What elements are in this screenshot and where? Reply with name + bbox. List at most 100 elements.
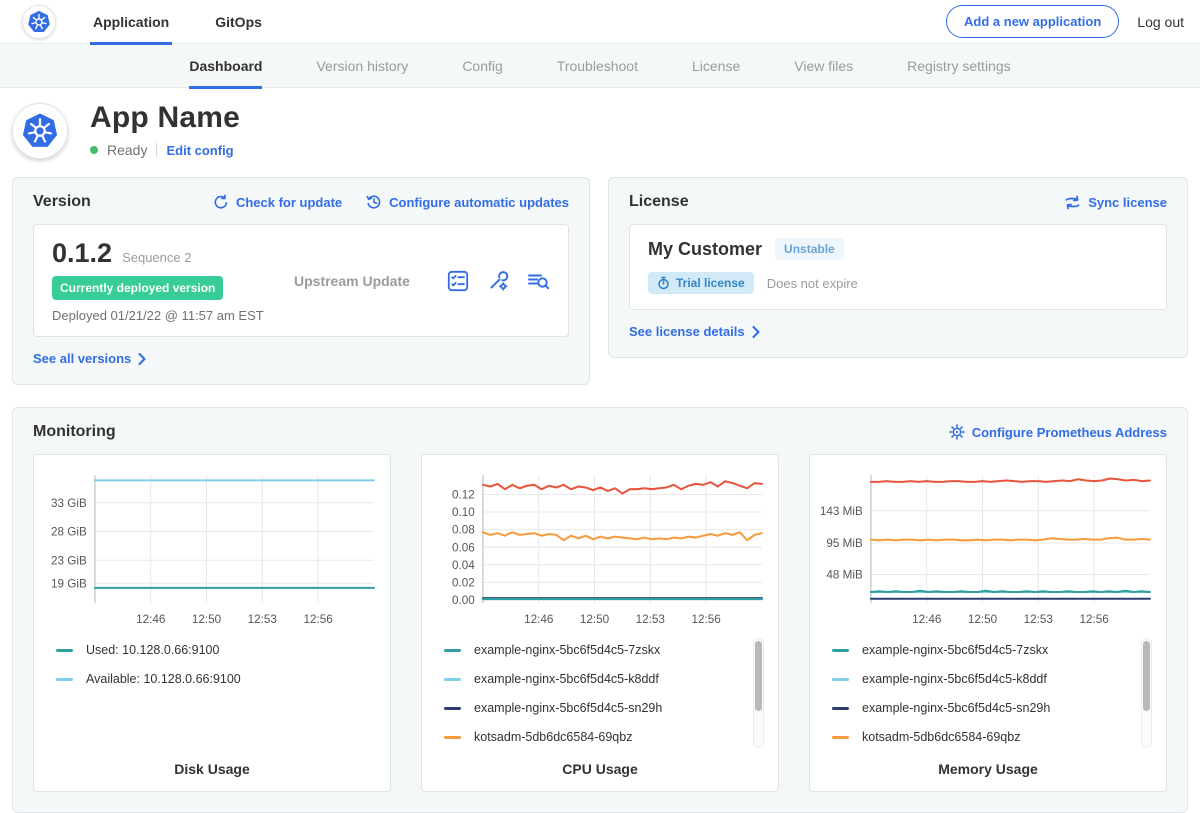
legend-series-dash [832, 736, 849, 739]
legend-item: example-nginx-5bc6f5d4c5-sn29h [444, 694, 744, 723]
legend-series-dash [444, 707, 461, 710]
top-nav-right: Add a new application Log out [946, 5, 1184, 38]
svg-text:12:56: 12:56 [1079, 613, 1108, 626]
svg-text:12:53: 12:53 [636, 613, 665, 626]
license-card-header: License Sync license [629, 193, 1167, 211]
logout-link[interactable]: Log out [1137, 14, 1184, 30]
legend-series-dash [444, 736, 461, 739]
chart-title: CPU Usage [432, 755, 768, 783]
subnav-registry-settings[interactable]: Registry settings [907, 44, 1010, 88]
sync-license-label: Sync license [1088, 195, 1167, 210]
sync-icon [1064, 195, 1081, 210]
version-card: Version Check for update [12, 177, 590, 385]
app-status-row: Ready Edit config [90, 142, 240, 158]
see-all-versions-label: See all versions [33, 351, 131, 366]
legend-series-label: example-nginx-5bc6f5d4c5-sn29h [862, 701, 1050, 715]
tab-gitops[interactable]: GitOps [212, 0, 265, 44]
chart-card: 12:4612:5012:5312:5633 GiB28 GiB23 GiB19… [33, 454, 391, 792]
tab-gitops-label: GitOps [215, 14, 262, 30]
license-summary: My Customer Unstable Trial license [629, 224, 1167, 310]
svg-text:23 GiB: 23 GiB [51, 554, 87, 567]
version-action-icons [447, 270, 550, 292]
gear-icon [949, 424, 965, 440]
status-divider [156, 143, 157, 157]
legend-series-label: kotsadm-5db6dc6584-69qbz [474, 730, 632, 744]
file-search-icon[interactable] [527, 270, 550, 292]
legend-item: kotsadm-5db6dc6584-69qbz [832, 723, 1132, 752]
current-version-info: 0.1.2 Sequence 2 Currently deployed vers… [52, 238, 284, 323]
svg-text:143 MiB: 143 MiB [820, 505, 863, 518]
version-card-actions: Check for update Configure automatic upd… [213, 194, 569, 210]
customer-name: My Customer [648, 239, 762, 260]
monitoring-header: Monitoring [33, 423, 1167, 441]
svg-text:19 GiB: 19 GiB [51, 577, 87, 590]
edit-config-link[interactable]: Edit config [166, 143, 233, 158]
top-nav: Application GitOps Add a new application… [0, 0, 1200, 44]
cards-row: Version Check for update [12, 177, 1188, 385]
svg-text:0.00: 0.00 [452, 594, 475, 607]
version-number: 0.1.2 [52, 238, 112, 269]
legend-item: example-nginx-5bc6f5d4c5-sn29h [832, 694, 1132, 723]
deployed-timestamp: Deployed 01/21/22 @ 11:57 am EST [52, 308, 284, 323]
svg-text:12:50: 12:50 [192, 613, 222, 626]
configure-automatic-updates-link[interactable]: Configure automatic updates [366, 194, 569, 210]
svg-text:0.08: 0.08 [452, 524, 475, 537]
configure-prometheus-label: Configure Prometheus Address [972, 425, 1167, 440]
trial-license-badge: Trial license [648, 272, 754, 294]
subnav-troubleshoot[interactable]: Troubleshoot [557, 44, 638, 88]
subnav-version-history[interactable]: Version history [316, 44, 408, 88]
svg-text:28 GiB: 28 GiB [51, 526, 87, 539]
ready-status-dot [90, 146, 98, 154]
kubernetes-app-icon [21, 112, 59, 150]
subnav-config[interactable]: Config [462, 44, 502, 88]
legend-series-label: example-nginx-5bc6f5d4c5-k8ddf [862, 672, 1047, 686]
page-title: App Name [90, 101, 240, 135]
legend-item: example-nginx-5bc6f5d4c5-k8ddf [444, 665, 744, 694]
legend-item: Used: 10.128.0.66:9100 [56, 636, 356, 665]
svg-text:12:46: 12:46 [912, 613, 941, 626]
check-for-update-label: Check for update [236, 195, 342, 210]
svg-text:95 MiB: 95 MiB [826, 537, 863, 550]
see-license-details-link[interactable]: See license details [629, 324, 760, 339]
edit-config-wrench-icon[interactable] [487, 270, 509, 292]
chart-title: Memory Usage [820, 755, 1156, 783]
legend-item: Available: 10.128.0.66:9100 [56, 665, 356, 694]
kubernetes-logo[interactable] [22, 5, 56, 39]
add-application-button[interactable]: Add a new application [946, 5, 1119, 38]
chevron-right-icon [752, 326, 760, 338]
chart-title: Disk Usage [44, 755, 380, 783]
legend-scrollbar-track[interactable] [753, 638, 764, 748]
see-license-details-label: See license details [629, 324, 745, 339]
license-card-title: License [629, 193, 689, 211]
configure-prometheus-link[interactable]: Configure Prometheus Address [949, 424, 1167, 440]
legend-series-label: example-nginx-5bc6f5d4c5-sn29h [474, 701, 662, 715]
tab-application[interactable]: Application [90, 0, 172, 44]
version-sequence: Sequence 2 [122, 250, 191, 265]
chart-legend: Used: 10.128.0.66:9100 Available: 10.128.… [56, 636, 380, 694]
svg-text:12:46: 12:46 [136, 613, 165, 626]
see-all-versions-link[interactable]: See all versions [33, 351, 146, 366]
subnav-dashboard[interactable]: Dashboard [189, 44, 262, 88]
app-sub-nav: Dashboard Version history Config Trouble… [0, 44, 1200, 88]
check-for-update-link[interactable]: Check for update [213, 194, 342, 210]
legend-scrollbar-track[interactable] [1141, 638, 1152, 748]
chart-legend: example-nginx-5bc6f5d4c5-7zskxexample-ng… [444, 636, 768, 752]
sync-license-link[interactable]: Sync license [1064, 195, 1167, 210]
kubernetes-logo-icon [27, 10, 51, 34]
svg-text:12:50: 12:50 [580, 613, 610, 626]
monitoring-card: Monitoring [12, 407, 1188, 813]
svg-text:0.04: 0.04 [452, 559, 475, 572]
legend-series-label: Available: 10.128.0.66:9100 [86, 672, 241, 686]
legend-scrollbar-thumb[interactable] [1143, 641, 1150, 711]
legend-scrollbar-thumb[interactable] [755, 641, 762, 711]
svg-text:12:53: 12:53 [1024, 613, 1053, 626]
release-notes-icon[interactable] [447, 270, 469, 292]
svg-text:0.06: 0.06 [452, 541, 475, 554]
stopwatch-icon [657, 276, 670, 290]
chart-plot: 12:4612:5012:5312:560.120.100.080.060.04… [432, 467, 768, 632]
legend-series-label: example-nginx-5bc6f5d4c5-k8ddf [474, 672, 659, 686]
legend-series-label: kotsadm-5db6dc6584-69qbz [862, 730, 1020, 744]
subnav-view-files[interactable]: View files [794, 44, 853, 88]
chart-legend: example-nginx-5bc6f5d4c5-7zskxexample-ng… [832, 636, 1156, 752]
subnav-license[interactable]: License [692, 44, 740, 88]
